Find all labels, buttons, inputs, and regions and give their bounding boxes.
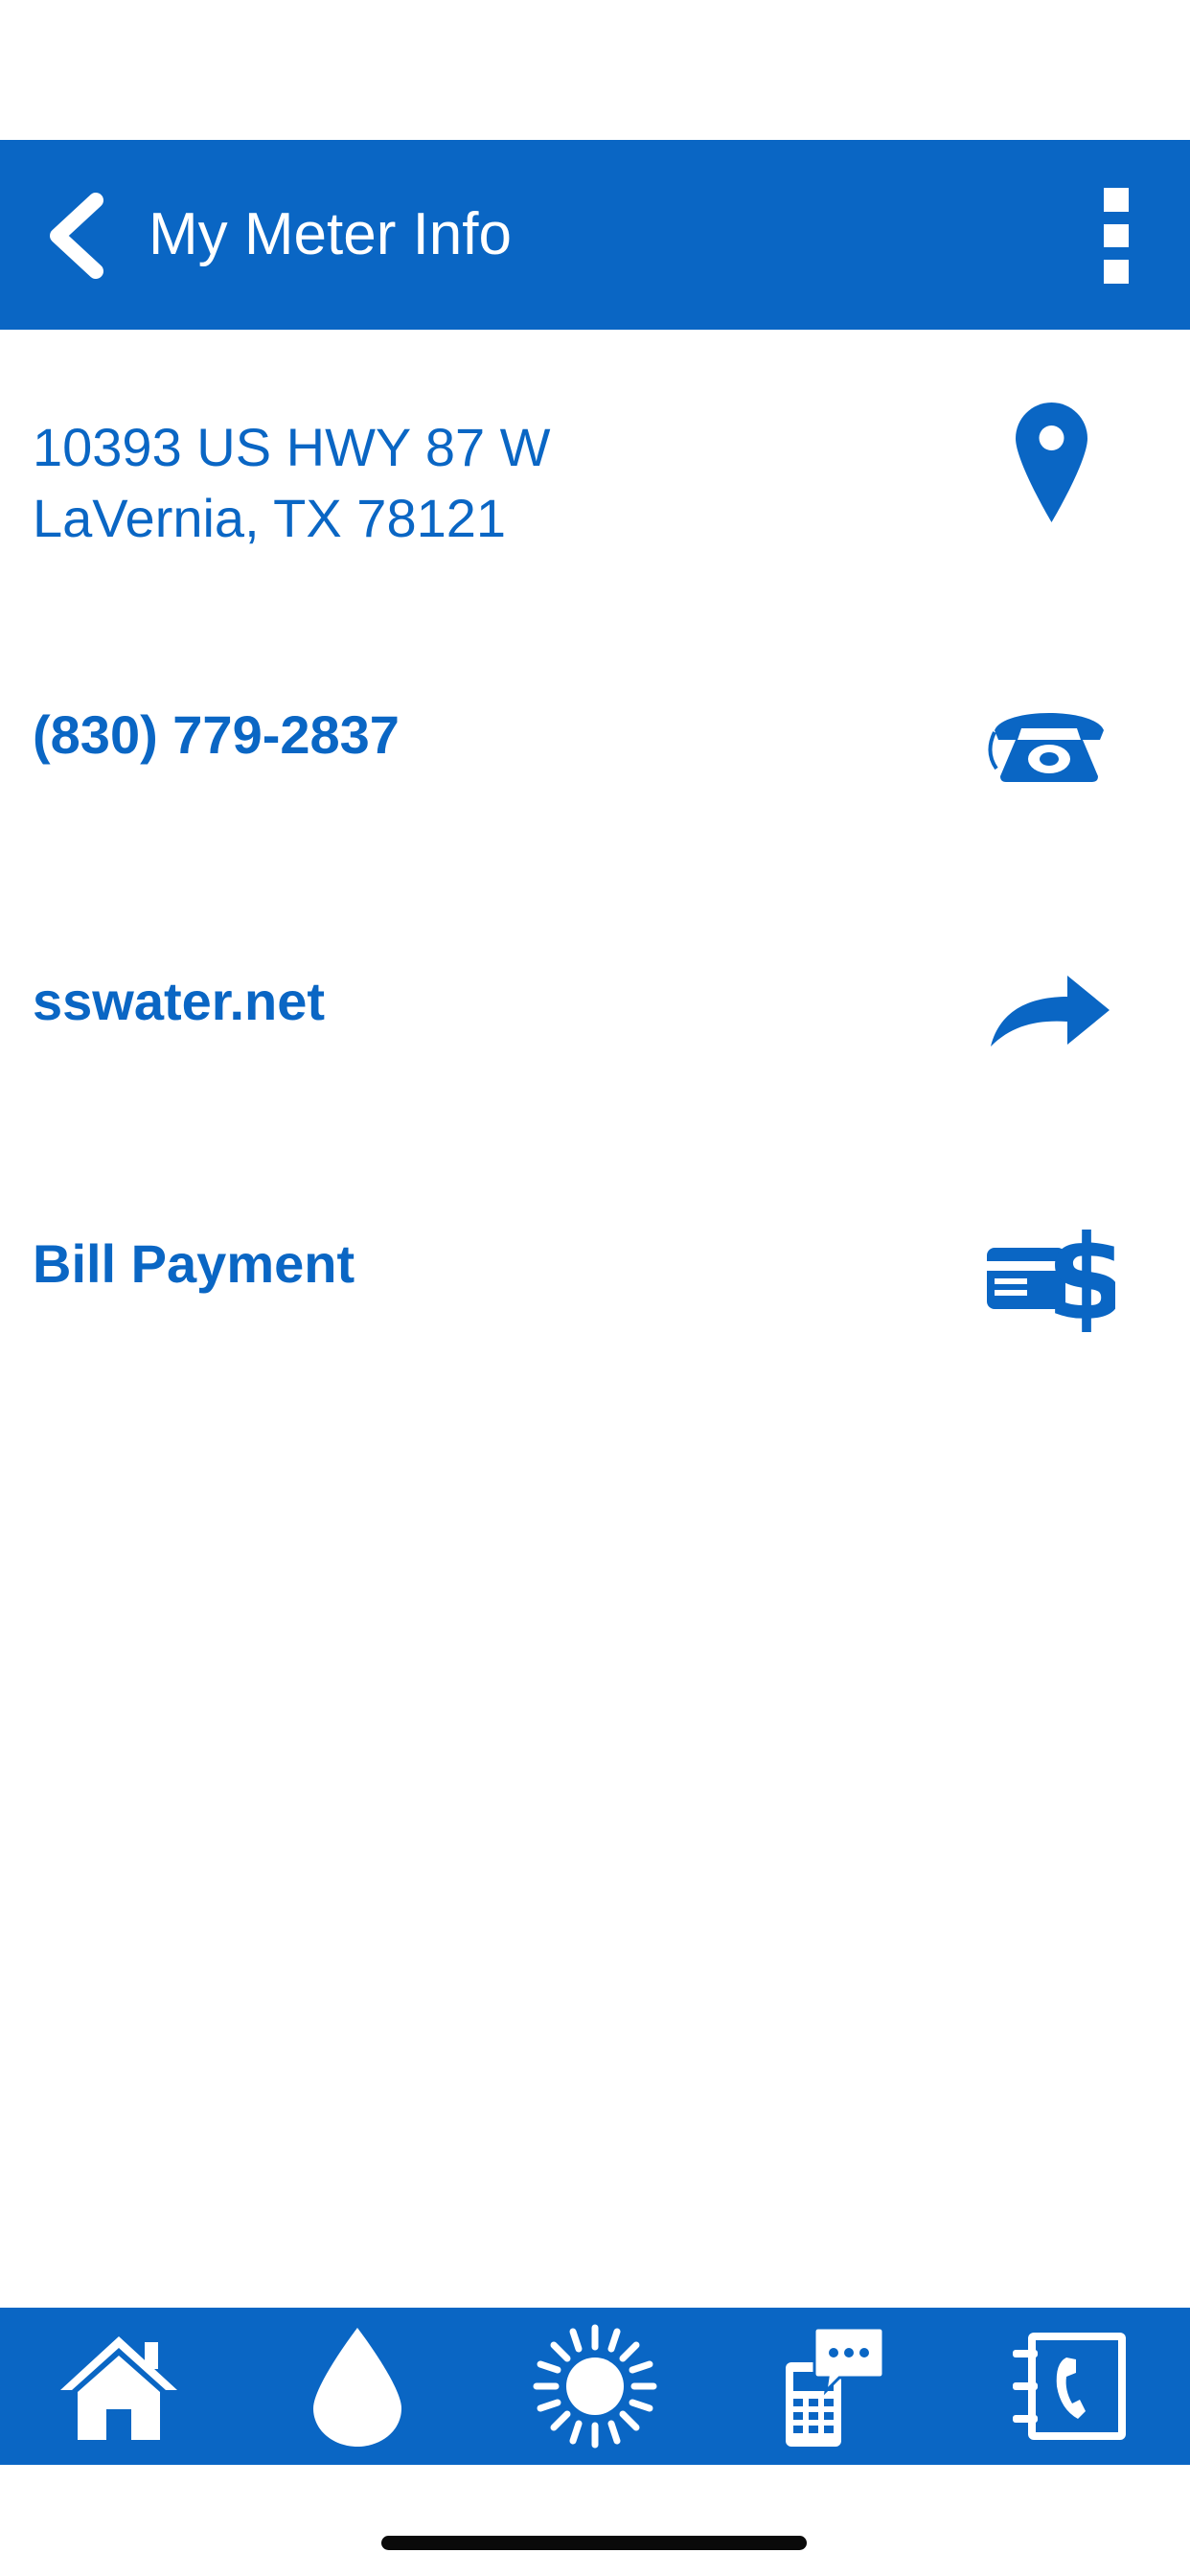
app-header: My Meter Info	[0, 140, 1190, 330]
card-dollar-icon: $	[987, 1217, 1115, 1332]
phone-number: (830) 779-2837	[33, 704, 400, 765]
home-icon	[60, 2336, 178, 2440]
back-button[interactable]	[29, 188, 125, 284]
contact-book-icon	[1012, 2333, 1126, 2440]
more-menu-button[interactable]	[1083, 188, 1150, 285]
tab-weather[interactable]	[518, 2319, 672, 2453]
home-indicator	[381, 2536, 807, 2550]
address-line-2: LaVernia, TX 78121	[33, 488, 507, 548]
telephone-icon	[988, 713, 1104, 782]
map-pin-icon	[1016, 402, 1087, 522]
address-line-1: 10393 US HWY 87 W	[33, 417, 551, 477]
phone-row[interactable]: (830) 779-2837	[0, 690, 1190, 805]
bill-payment-link: Bill Payment	[33, 1233, 355, 1294]
website-row[interactable]: sswater.net	[0, 958, 1190, 1073]
tab-water[interactable]	[281, 2319, 434, 2453]
svg-text:$: $	[1046, 1217, 1115, 1332]
tab-messages[interactable]	[756, 2319, 909, 2453]
bill-payment-row[interactable]: Bill Payment $	[0, 1217, 1190, 1342]
status-bar	[0, 0, 1190, 140]
phone-chat-icon	[786, 2326, 885, 2447]
tab-home[interactable]	[42, 2319, 195, 2453]
share-arrow-icon	[991, 976, 1110, 1046]
more-vertical-icon	[1104, 188, 1129, 212]
address-row[interactable]: 10393 US HWY 87 W LaVernia, TX 78121	[0, 402, 1190, 556]
page-title: My Meter Info	[149, 201, 512, 267]
chevron-left-icon	[50, 193, 103, 279]
website-link: sswater.net	[33, 971, 326, 1031]
tab-contacts[interactable]	[995, 2319, 1148, 2453]
sun-icon	[533, 2324, 657, 2449]
water-drop-icon	[312, 2328, 401, 2447]
bottom-tab-bar	[0, 2308, 1190, 2465]
